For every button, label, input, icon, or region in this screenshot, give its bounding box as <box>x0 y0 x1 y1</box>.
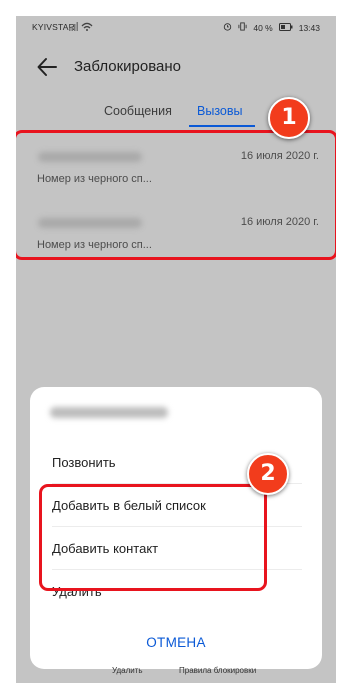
tab-calls[interactable]: Вызовы <box>197 104 243 118</box>
clock: 13:43 <box>298 22 320 33</box>
blurred-sheet-title <box>50 407 168 418</box>
status-right: 40 % 13:43 <box>223 22 320 33</box>
bottom-rules-label[interactable]: Правила блокировки <box>179 666 256 675</box>
cancel-button[interactable]: ОТМЕНА <box>30 635 322 650</box>
status-bar: KYIVSTAR 40 % 13:43 <box>16 16 336 38</box>
signal-wifi-icons <box>69 21 95 33</box>
app-bar: Заблокировано <box>16 50 336 84</box>
bottom-delete-label[interactable]: Удалить <box>112 666 143 675</box>
battery-icon <box>278 22 293 33</box>
tab-messages[interactable]: Сообщения <box>104 104 172 118</box>
highlight-box-calls <box>16 130 336 260</box>
highlight-box-menu <box>39 484 267 591</box>
battery-percent: 40 % <box>253 22 273 33</box>
menu-call[interactable]: Позвонить <box>52 455 116 470</box>
page-title: Заблокировано <box>74 58 181 75</box>
callout-badge-2: 2 <box>247 453 289 495</box>
alarm-icon <box>223 22 232 33</box>
vibrate-icon <box>238 22 247 33</box>
back-arrow-icon[interactable] <box>36 56 58 78</box>
callout-badge-1: 1 <box>268 97 310 139</box>
phone-screen: KYIVSTAR 40 % 13:43 Заблокировано Сообще… <box>16 16 336 683</box>
active-tab-indicator <box>189 125 255 127</box>
